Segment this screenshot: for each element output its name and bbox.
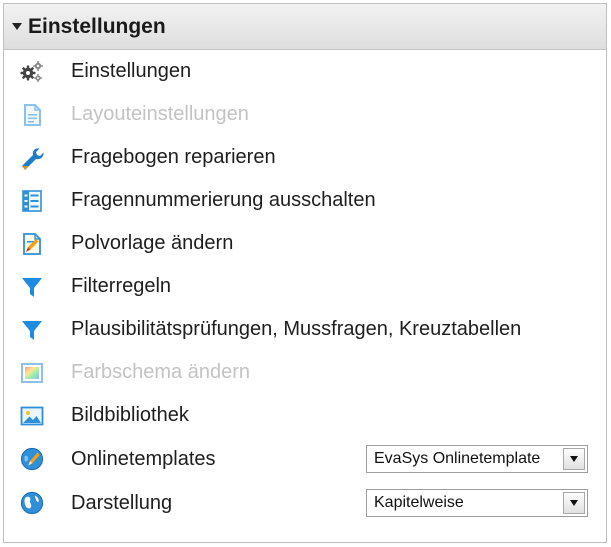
menu-item-plausibilitaetspruefungen[interactable]: Plausibilitätsprüfungen, Mussfragen, Kre… (4, 308, 606, 351)
menu-item-label: Bildbibliothek (71, 404, 189, 426)
globe-pencil-icon (20, 447, 44, 471)
wrench-icon (20, 146, 44, 170)
menu-item-label: Farbschema ändern (71, 361, 250, 383)
menu-item-label: Filterregeln (71, 275, 172, 297)
settings-menu: Einstellungen Layouteinstellungen Frageb… (4, 50, 606, 525)
color-palette-icon (20, 361, 44, 385)
document-icon (20, 103, 44, 127)
dropdown-button[interactable] (563, 492, 585, 514)
numbered-list-icon (20, 189, 44, 213)
menu-item-label: Plausibilitätsprüfungen, Mussfragen, Kre… (71, 318, 522, 340)
menu-item-bildbibliothek[interactable]: Bildbibliothek (4, 394, 606, 437)
template-edit-icon (20, 232, 44, 256)
filter-icon (20, 318, 44, 342)
select-value: EvaSys Onlinetemplate (374, 450, 541, 467)
caret-down-icon[interactable] (12, 23, 22, 30)
settings-panel: Einstellungen Einstellungen Layouteinste… (3, 3, 607, 543)
menu-item-fragebogen-reparieren[interactable]: Fragebogen reparieren (4, 136, 606, 179)
dropdown-button[interactable] (563, 448, 585, 470)
menu-item-farbschema-aendern: Farbschema ändern (4, 351, 606, 394)
select-value: Kapitelweise (374, 494, 464, 511)
chevron-down-icon (570, 500, 578, 506)
menu-item-label: Fragennummerierung ausschalten (71, 189, 376, 211)
menu-item-label: Layouteinstellungen (71, 103, 249, 125)
onlinetemplate-select[interactable]: EvaSys Onlinetemplate (366, 445, 588, 473)
gears-icon (20, 60, 44, 84)
globe-icon (20, 491, 44, 515)
panel-title: Einstellungen (28, 14, 166, 38)
menu-item-label: Fragebogen reparieren (71, 146, 276, 168)
panel-header-einstellungen[interactable]: Einstellungen (4, 4, 606, 50)
menu-item-label: Einstellungen (71, 60, 192, 82)
menu-item-einstellungen[interactable]: Einstellungen (4, 50, 606, 93)
darstellung-select[interactable]: Kapitelweise (366, 489, 588, 517)
menu-item-darstellung: Darstellung Kapitelweise (4, 481, 606, 525)
menu-item-polvorlage-aendern[interactable]: Polvorlage ändern (4, 222, 606, 265)
image-icon (20, 404, 44, 428)
menu-item-label: Polvorlage ändern (71, 232, 234, 254)
menu-item-label: Darstellung (71, 491, 173, 514)
menu-item-filterregeln[interactable]: Filterregeln (4, 265, 606, 308)
menu-item-fragennummerierung-ausschalten[interactable]: Fragennummerierung ausschalten (4, 179, 606, 222)
menu-item-label: Onlinetemplates (71, 447, 216, 470)
filter-icon (20, 275, 44, 299)
menu-item-layouteinstellungen: Layouteinstellungen (4, 93, 606, 136)
chevron-down-icon (570, 456, 578, 462)
menu-item-onlinetemplates: Onlinetemplates EvaSys Onlinetemplate (4, 437, 606, 481)
